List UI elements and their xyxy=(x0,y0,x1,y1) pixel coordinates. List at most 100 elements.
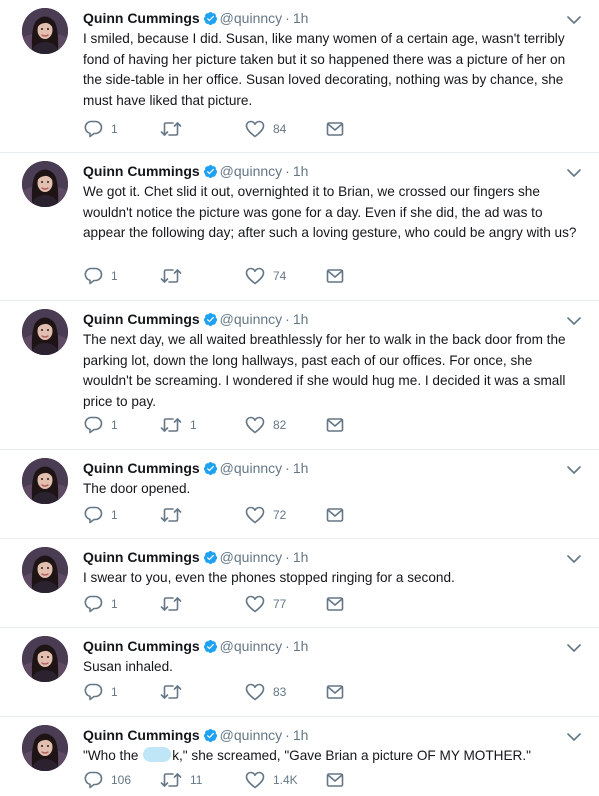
reply-icon xyxy=(83,683,103,701)
tweet-actions: 1 1 82 xyxy=(83,414,383,436)
reply-count: 1 xyxy=(111,597,118,611)
reply-icon xyxy=(83,416,103,434)
tweet-time[interactable]: 1h xyxy=(293,638,309,654)
author-handle[interactable]: @quinncy xyxy=(220,311,282,327)
like-button[interactable]: 74 xyxy=(245,265,286,287)
verified-badge-icon xyxy=(203,11,218,31)
reply-button[interactable]: 106 xyxy=(83,769,131,791)
like-button[interactable]: 83 xyxy=(245,681,286,703)
reply-icon xyxy=(83,267,103,285)
author-name[interactable]: Quinn Cummings xyxy=(83,10,200,26)
avatar[interactable] xyxy=(22,8,68,54)
heart-icon xyxy=(245,506,265,524)
author-name[interactable]: Quinn Cummings xyxy=(83,460,200,476)
avatar[interactable] xyxy=(22,161,68,207)
like-button[interactable]: 1.4K xyxy=(245,769,298,791)
retweet-icon xyxy=(160,120,182,138)
author-name[interactable]: Quinn Cummings xyxy=(83,638,200,654)
author-name[interactable]: Quinn Cummings xyxy=(83,549,200,565)
tweet-text: "Who the k," she screamed, "Gave Brian a… xyxy=(83,746,581,767)
author-name[interactable]: Quinn Cummings xyxy=(83,311,200,327)
tweet-2[interactable]: Quinn Cummings @quinncy · 1h We got it. Che… xyxy=(0,153,599,300)
direct-message-button[interactable] xyxy=(326,265,344,287)
author-handle[interactable]: @quinncy xyxy=(220,10,282,26)
like-count: 74 xyxy=(273,269,287,283)
avatar[interactable] xyxy=(22,458,68,504)
avatar[interactable] xyxy=(22,636,68,682)
tweet-3[interactable]: Quinn Cummings @quinncy · 1h The next day, … xyxy=(0,301,599,449)
retweet-button[interactable]: 1 xyxy=(160,414,197,436)
direct-message-button[interactable] xyxy=(326,681,344,703)
reply-button[interactable]: 1 xyxy=(83,118,118,140)
avatar[interactable] xyxy=(22,547,68,593)
tweet-header: Quinn Cummings @quinncy · 1h xyxy=(83,725,579,745)
author-handle[interactable]: @quinncy xyxy=(220,727,282,743)
separator-dot: · xyxy=(285,163,290,179)
tweet-time[interactable]: 1h xyxy=(293,549,309,565)
tweet-6[interactable]: Quinn Cummings @quinncy · 1h Susan inhaled.… xyxy=(0,628,599,716)
tweet-actions: 1 77 xyxy=(83,593,383,615)
retweet-icon xyxy=(160,683,182,701)
tweet-time[interactable]: 1h xyxy=(293,727,309,743)
heart-icon xyxy=(245,120,265,138)
chevron-down-icon[interactable] xyxy=(567,313,581,325)
tweet-1[interactable]: Quinn Cummings @quinncy · 1h I smiled, beca… xyxy=(0,0,599,152)
author-handle[interactable]: @quinncy xyxy=(220,549,282,565)
chevron-down-icon[interactable] xyxy=(567,462,581,474)
retweet-button[interactable] xyxy=(160,681,190,703)
reply-count: 1 xyxy=(111,418,118,432)
avatar[interactable] xyxy=(22,309,68,355)
tweet-text: I swear to you, even the phones stopped … xyxy=(83,570,455,585)
reply-button[interactable]: 1 xyxy=(83,414,118,436)
tweet-4[interactable]: Quinn Cummings @quinncy · 1h The door opene… xyxy=(0,450,599,538)
reply-button[interactable]: 1 xyxy=(83,265,118,287)
direct-message-button[interactable] xyxy=(326,414,344,436)
retweet-button[interactable]: 11 xyxy=(160,769,202,791)
tweet-time[interactable]: 1h xyxy=(293,10,309,26)
tweet-time[interactable]: 1h xyxy=(293,163,309,179)
author-name[interactable]: Quinn Cummings xyxy=(83,163,200,179)
reply-button[interactable]: 1 xyxy=(83,593,118,615)
retweet-button[interactable] xyxy=(160,504,190,526)
envelope-icon xyxy=(326,121,344,137)
author-name[interactable]: Quinn Cummings xyxy=(83,727,200,743)
chevron-down-icon[interactable] xyxy=(567,12,581,24)
tweet-header: Quinn Cummings @quinncy · 1h xyxy=(83,161,579,181)
like-button[interactable]: 84 xyxy=(245,118,286,140)
chevron-down-icon[interactable] xyxy=(567,729,581,741)
separator-dot: · xyxy=(285,638,290,654)
verified-badge-icon xyxy=(203,550,218,570)
avatar[interactable] xyxy=(22,725,68,771)
censored-word-blur xyxy=(143,747,172,762)
retweet-icon xyxy=(160,595,182,613)
tweet-7[interactable]: Quinn Cummings @quinncy · 1h "Who the k," s… xyxy=(0,717,599,796)
chevron-down-icon[interactable] xyxy=(567,165,581,177)
reply-count: 1 xyxy=(111,122,118,136)
reply-button[interactable]: 1 xyxy=(83,504,118,526)
author-handle[interactable]: @quinncy xyxy=(220,460,282,476)
chevron-down-icon[interactable] xyxy=(567,640,581,652)
direct-message-button[interactable] xyxy=(326,769,344,791)
reply-button[interactable]: 1 xyxy=(83,681,118,703)
retweet-icon xyxy=(160,771,182,789)
direct-message-button[interactable] xyxy=(326,593,344,615)
like-button[interactable]: 82 xyxy=(245,414,286,436)
tweet-time[interactable]: 1h xyxy=(293,460,309,476)
like-count: 83 xyxy=(273,685,287,699)
tweet-time[interactable]: 1h xyxy=(293,311,309,327)
direct-message-button[interactable] xyxy=(326,118,344,140)
envelope-icon xyxy=(326,772,344,788)
like-button[interactable]: 72 xyxy=(245,504,286,526)
author-handle[interactable]: @quinncy xyxy=(220,163,282,179)
retweet-button[interactable] xyxy=(160,593,190,615)
tweet-text-before: "Who the xyxy=(83,748,143,763)
retweet-button[interactable] xyxy=(160,265,190,287)
like-button[interactable]: 77 xyxy=(245,593,286,615)
chevron-down-icon[interactable] xyxy=(567,551,581,563)
tweet-5[interactable]: Quinn Cummings @quinncy · 1h I swear to you… xyxy=(0,539,599,627)
retweet-button[interactable] xyxy=(160,118,190,140)
verified-badge-icon xyxy=(203,639,218,659)
direct-message-button[interactable] xyxy=(326,504,344,526)
author-handle[interactable]: @quinncy xyxy=(220,638,282,654)
tweet-thread: Quinn Cummings @quinncy · 1h I smiled, beca… xyxy=(0,0,599,796)
